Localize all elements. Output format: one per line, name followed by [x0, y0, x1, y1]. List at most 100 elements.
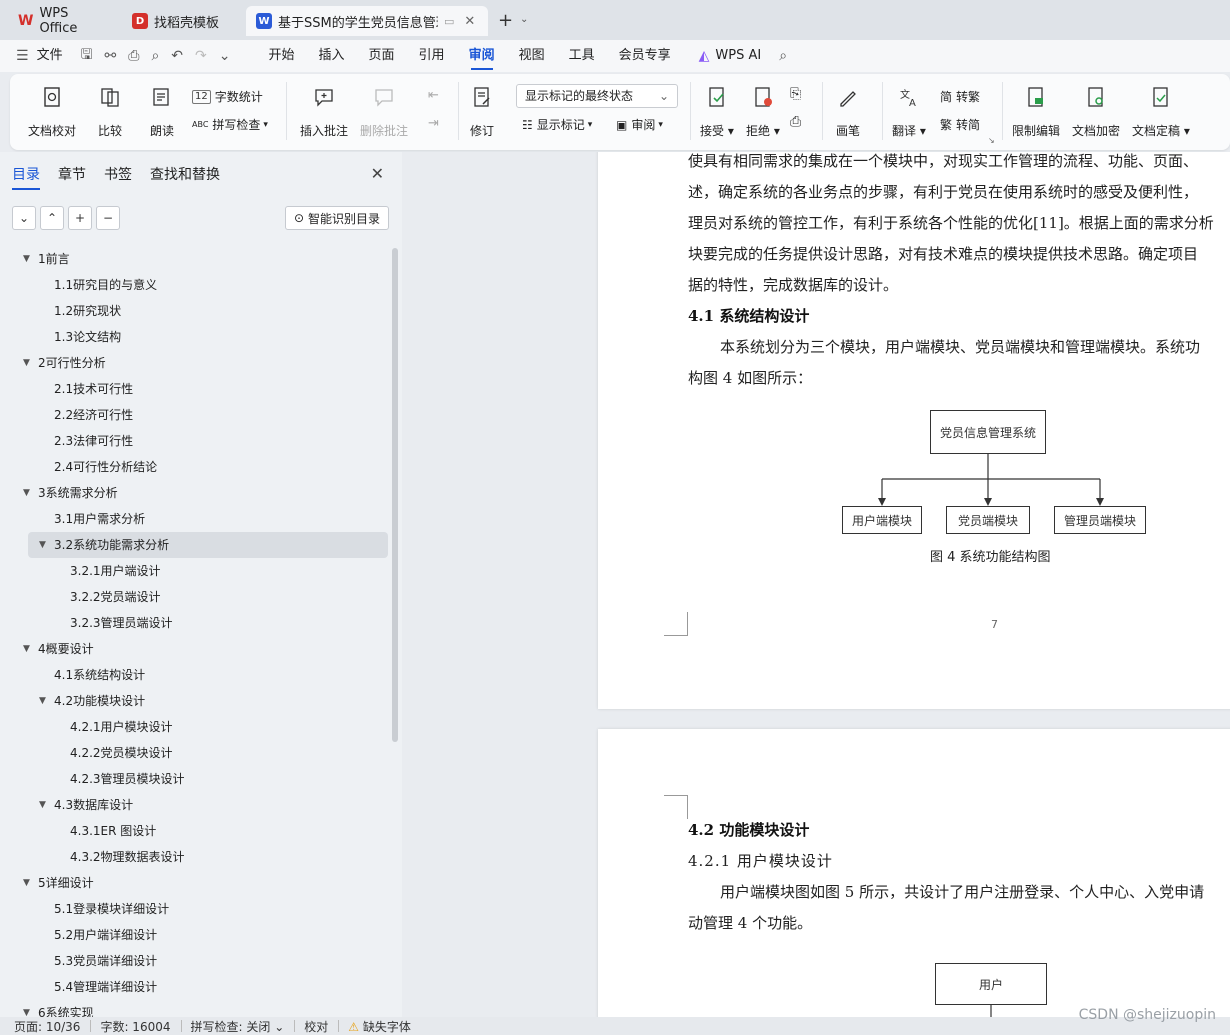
toc-item[interactable]: 4.3.1ER 图设计 [0, 818, 392, 844]
menu-start[interactable]: 开始 [257, 40, 307, 72]
to-traditional-button[interactable]: 简 转繁 [940, 88, 980, 105]
translate-button[interactable]: 文A 翻译 ▾ [892, 84, 926, 139]
proof-status[interactable]: 校对 [294, 1018, 338, 1035]
tab-bookmarks[interactable]: 书签 [104, 164, 132, 190]
word-count-indicator[interactable]: 字数: 16004 [90, 1018, 180, 1035]
toc-item[interactable]: ▼ 4.3数据库设计 [0, 792, 392, 818]
toc-item[interactable]: ▼ 4.2功能模块设计 [0, 688, 392, 714]
pen-button[interactable]: 画笔 [836, 84, 860, 139]
markup-state-select[interactable]: 显示标记的最终状态 ⌄ [516, 84, 678, 108]
expand-down-button[interactable]: ⌄ [12, 206, 36, 230]
expand-dialog-icon[interactable]: ↘ [988, 136, 995, 145]
toc-item[interactable]: ▼ 4概要设计 [0, 636, 392, 662]
toc-item[interactable]: 4.3.2物理数据表设计 [0, 844, 392, 870]
new-tab-icon[interactable]: + [498, 10, 513, 31]
toc-item[interactable]: 1.1研究目的与意义 [0, 272, 392, 298]
toc-item[interactable]: ▼ 1前言 [0, 246, 392, 272]
prev-comment-icon[interactable]: ⇤ [428, 88, 439, 103]
tab-document[interactable]: W 基于SSM的学生党员信息管理 ▭ ✕ [246, 6, 488, 36]
print-icon[interactable]: ⎙ [122, 48, 145, 64]
toc-item[interactable]: ▼ 3系统需求分析 [0, 480, 392, 506]
close-icon[interactable]: ✕ [464, 14, 475, 29]
show-markup-button[interactable]: ☷ 显示标记 ▾ [522, 116, 592, 133]
toc-item[interactable]: ▼ 3.2系统功能需求分析 [28, 532, 388, 558]
more-chevron-icon[interactable]: ⌄ [213, 48, 237, 64]
tab-toc[interactable]: 目录 [12, 164, 40, 190]
menu-insert[interactable]: 插入 [307, 40, 357, 72]
delete-comment-button[interactable]: 删除批注 [360, 84, 408, 139]
print-preview-icon[interactable]: ⌕ [145, 48, 165, 64]
expand-arrow-icon[interactable]: ▼ [39, 792, 46, 818]
encrypt-button[interactable]: 文档加密 [1072, 84, 1120, 139]
toc-item[interactable]: ▼ 5详细设计 [0, 870, 392, 896]
page-indicator[interactable]: 页面: 10/36 [0, 1018, 90, 1035]
expand-arrow-icon[interactable]: ▼ [23, 480, 30, 506]
compare-button[interactable]: 比较 [98, 84, 122, 139]
toc-item[interactable]: 2.1技术可行性 [0, 376, 392, 402]
search-icon[interactable]: ⌕ [773, 48, 793, 64]
collapse-up-button[interactable]: ⌃ [40, 206, 64, 230]
expand-arrow-icon[interactable]: ▼ [39, 532, 46, 558]
menu-file[interactable]: 文件 [35, 40, 75, 72]
expand-arrow-icon[interactable]: ▼ [23, 246, 30, 272]
toc-scrollbar[interactable] [392, 248, 398, 742]
toc-item[interactable]: 5.2用户端详细设计 [0, 922, 392, 948]
toc-item[interactable]: 2.3法律可行性 [0, 428, 392, 454]
toc-item[interactable]: 3.2.1用户端设计 [0, 558, 392, 584]
expand-arrow-icon[interactable]: ▼ [23, 870, 30, 896]
toc-item[interactable]: 3.2.2党员端设计 [0, 584, 392, 610]
menu-member[interactable]: 会员专享 [607, 40, 683, 72]
toc-item[interactable]: 5.4管理端详细设计 [0, 974, 392, 1000]
expand-arrow-icon[interactable]: ▼ [39, 688, 46, 714]
expand-arrow-icon[interactable]: ▼ [23, 350, 30, 376]
next-change-icon[interactable]: ⎙ [790, 114, 801, 130]
menu-reference[interactable]: 引用 [407, 40, 457, 72]
reject-button[interactable]: 拒绝 ▾ [746, 84, 780, 139]
toc-item[interactable]: 5.3党员端详细设计 [0, 948, 392, 974]
toc-item[interactable]: 4.2.2党员模块设计 [0, 740, 392, 766]
menu-page[interactable]: 页面 [357, 40, 407, 72]
spell-check-button[interactable]: ABC 拼写检查 ▾ [192, 116, 268, 133]
tab-template[interactable]: D 找稻壳模板 [122, 6, 240, 36]
menu-wps-ai[interactable]: WPS AI [715, 40, 773, 72]
toc-item[interactable]: 4.1系统结构设计 [0, 662, 392, 688]
read-aloud-button[interactable]: 朗读 [150, 84, 174, 139]
spell-check-status[interactable]: 拼写检查: 关闭 ⌄ [180, 1018, 295, 1035]
toc-item[interactable]: 2.2经济可行性 [0, 402, 392, 428]
insert-comment-button[interactable]: 插入批注 [300, 84, 348, 139]
menu-view[interactable]: 视图 [507, 40, 557, 72]
add-heading-button[interactable]: + [68, 206, 92, 230]
tab-find-replace[interactable]: 查找和替换 [150, 164, 220, 190]
tab-chapters[interactable]: 章节 [58, 164, 86, 190]
menu-tools[interactable]: 工具 [557, 40, 607, 72]
toc-item[interactable]: 2.4可行性分析结论 [0, 454, 392, 480]
close-icon[interactable]: ✕ [371, 164, 384, 183]
next-comment-icon[interactable]: ⇥ [428, 116, 439, 131]
expand-arrow-icon[interactable]: ▼ [23, 636, 30, 662]
remove-heading-button[interactable]: − [96, 206, 120, 230]
revise-button[interactable]: 修订 [470, 84, 494, 139]
redo-icon[interactable]: ↷ [189, 48, 213, 64]
toc-item[interactable]: 1.3论文结构 [0, 324, 392, 350]
finalize-button[interactable]: 文档定稿 ▾ [1132, 84, 1190, 139]
accept-button[interactable]: 接受 ▾ [700, 84, 734, 139]
restrict-edit-button[interactable]: 限制编辑 [1012, 84, 1060, 139]
smart-toc-button[interactable]: ⊙ 智能识别目录 [285, 206, 389, 230]
toc-item[interactable]: 5.1登录模块详细设计 [0, 896, 392, 922]
tab-wps-office[interactable]: W WPS Office [8, 6, 118, 36]
share-icon[interactable]: ⚯ [99, 48, 123, 64]
toc-item[interactable]: 1.2研究现状 [0, 298, 392, 324]
toc-item[interactable]: 4.2.3管理员模块设计 [0, 766, 392, 792]
toc-item[interactable]: ▼ 2可行性分析 [0, 350, 392, 376]
tab-list-chevron-icon[interactable]: ⌄ [520, 14, 528, 25]
toc-item[interactable]: 4.2.1用户模块设计 [0, 714, 392, 740]
doc-check-button[interactable]: 文档校对 [28, 84, 76, 139]
save-icon[interactable]: 🖫 [75, 44, 99, 68]
menu-review[interactable]: 审阅 [457, 40, 507, 72]
toc-item[interactable]: 3.2.3管理员端设计 [0, 610, 392, 636]
hamburger-icon[interactable]: ☰ [10, 48, 35, 64]
to-simplified-button[interactable]: 繁 转简 [940, 116, 980, 133]
missing-font-status[interactable]: ⚠ 缺失字体 [338, 1018, 421, 1035]
toc-item[interactable]: 3.1用户需求分析 [0, 506, 392, 532]
prev-change-icon[interactable]: ⎘ [790, 86, 801, 102]
